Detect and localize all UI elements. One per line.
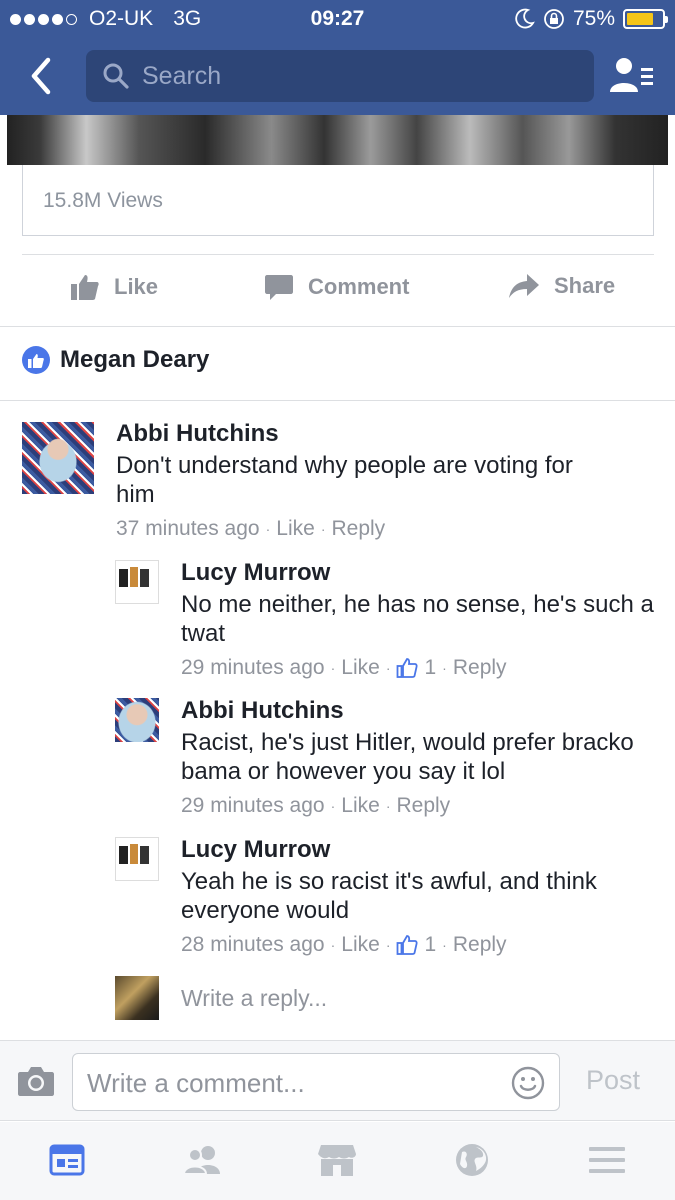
status-bar: O2-UK 3G 09:27 75% (0, 0, 675, 38)
divider (0, 400, 675, 401)
comment-meta: 37 minutes ago · Like · Reply (116, 517, 385, 541)
tab-news-feed[interactable] (45, 1140, 89, 1180)
reply-reply-link[interactable]: Reply (396, 794, 450, 818)
friends-icon (182, 1146, 220, 1175)
like-label: Like (114, 274, 159, 299)
reply-input[interactable]: Write a reply... (181, 985, 327, 1012)
emoji-icon[interactable] (511, 1066, 545, 1100)
menu-icon (589, 1147, 625, 1173)
post-button[interactable]: Post (586, 1065, 640, 1096)
like-count-icon (397, 658, 419, 678)
globe-icon (456, 1144, 488, 1176)
my-avatar (115, 976, 159, 1020)
tab-marketplace[interactable] (315, 1140, 359, 1180)
back-chevron-icon[interactable] (22, 54, 62, 98)
reply-author[interactable]: Lucy Murrow (181, 836, 330, 864)
reply-text: Racist, he's just Hitler, would prefer b… (181, 729, 634, 785)
tab-bar (0, 1122, 675, 1200)
top-bar: O2-UK 3G 09:27 75% Search (0, 0, 675, 115)
avatar[interactable] (115, 698, 159, 742)
reply-like-link[interactable]: Like (341, 933, 380, 957)
avatar[interactable] (22, 422, 94, 494)
comment-placeholder: Write a comment... (87, 1068, 305, 1098)
share-arrow-icon (509, 274, 539, 298)
separator: · (330, 660, 336, 676)
separator: · (442, 937, 447, 953)
comment-text: Don't understand why people are voting f… (116, 452, 573, 508)
friend-requests-icon[interactable] (608, 54, 658, 98)
reply-like-link[interactable]: Like (341, 794, 380, 818)
reply-reply-link[interactable]: Reply (453, 656, 507, 680)
camera-icon[interactable] (16, 1063, 56, 1099)
comment-reply-link[interactable]: Reply (331, 517, 385, 541)
news-feed-icon (49, 1144, 85, 1176)
reply-meta: 29 minutes ago · Like · Reply (181, 794, 450, 818)
comment-author[interactable]: Abbi Hutchins (116, 420, 279, 448)
comment-input[interactable]: Write a comment... (72, 1053, 560, 1111)
reaction-summary[interactable]: Megan Deary (22, 346, 209, 374)
video-thumbnail[interactable] (7, 115, 668, 165)
separator: · (385, 798, 391, 814)
like-count-icon (397, 935, 419, 955)
comment-label: Comment (308, 274, 410, 299)
tab-friends[interactable] (180, 1140, 224, 1180)
avatar[interactable] (115, 560, 159, 604)
like-button[interactable]: Like (70, 273, 158, 301)
search-placeholder: Search (142, 61, 222, 90)
reply-meta: 29 minutes ago · Like · 1 · Reply (181, 656, 507, 680)
action-bar: Like Comment Share (0, 255, 675, 325)
reply-time: 28 minutes ago (181, 933, 325, 956)
thumbs-up-icon (71, 275, 99, 300)
battery-percent: 75% (572, 7, 615, 30)
video-info-box: 15.8M Views (22, 165, 654, 236)
separator: · (330, 798, 336, 814)
share-button[interactable]: Share (508, 273, 615, 299)
like-badge-icon (22, 346, 50, 374)
like-count: 1 (424, 656, 437, 679)
separator: · (442, 660, 447, 676)
share-label: Share (554, 273, 616, 298)
marketplace-icon (318, 1145, 356, 1176)
like-count: 1 (424, 933, 437, 956)
reply-meta: 28 minutes ago · Like · 1 · Reply (181, 933, 507, 957)
rotation-lock-icon (544, 9, 564, 29)
reply-like-link[interactable]: Like (341, 656, 380, 680)
do-not-disturb-icon (515, 8, 535, 29)
reply-time: 29 minutes ago (181, 794, 325, 817)
avatar[interactable] (115, 837, 159, 881)
view-count: 15.8M Views (43, 189, 163, 212)
status-right: 75% (515, 7, 668, 31)
separator: · (320, 521, 326, 537)
tab-notifications[interactable] (450, 1140, 494, 1180)
tab-menu[interactable] (585, 1140, 629, 1180)
liker-name[interactable]: Megan Deary (60, 346, 209, 374)
divider (0, 326, 675, 327)
comment-like-link[interactable]: Like (276, 517, 315, 541)
separator: · (265, 521, 271, 537)
reply-author[interactable]: Lucy Murrow (181, 559, 330, 587)
reply-reply-link[interactable]: Reply (453, 933, 507, 957)
nav-bar: Search (0, 44, 675, 110)
reply-text: Yeah he is so racist it's awful, and thi… (181, 868, 597, 924)
separator: · (330, 937, 336, 953)
reply-text: No me neither, he has no sense, he's suc… (181, 591, 654, 647)
comment-button[interactable]: Comment (264, 273, 409, 301)
reply-time: 29 minutes ago (181, 656, 325, 679)
comment-bubble-icon (265, 275, 293, 300)
battery-icon (623, 9, 668, 29)
separator: · (385, 660, 391, 676)
comment-composer: Write a comment... Post (0, 1040, 675, 1121)
search-input[interactable]: Search (86, 50, 594, 102)
reply-author[interactable]: Abbi Hutchins (181, 697, 344, 725)
separator: · (385, 937, 391, 953)
search-icon (103, 63, 129, 89)
comment-time: 37 minutes ago (116, 517, 260, 540)
